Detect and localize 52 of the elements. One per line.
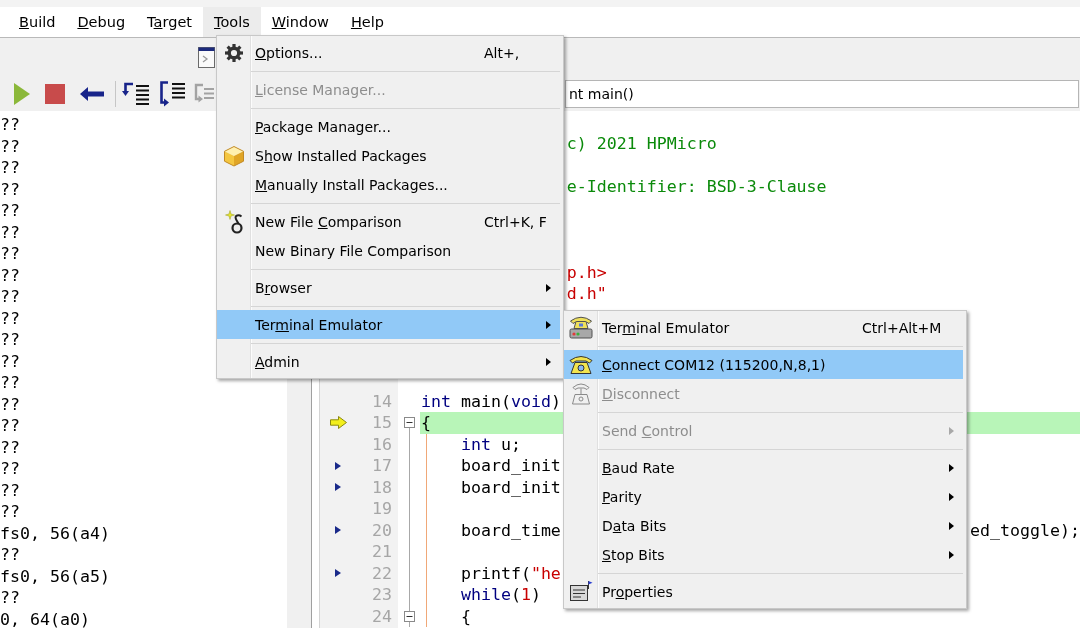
shortcut-text: Alt+, [484,44,521,61]
output-line: ?? [0,416,20,435]
output-line: fs0, 56(a5) [0,566,110,586]
code-line: printf("he [460,562,561,584]
output-line: ?? [0,115,20,134]
line-number: 24 [372,606,392,626]
code-line: board_init [460,455,561,477]
output-line: ?? [0,136,20,156]
output-line: ?? [0,373,20,392]
output-line: ?? [0,480,20,500]
output-line: ?? [0,158,20,177]
code-line: int u; [460,433,521,455]
line-number: 15 [372,413,392,432]
output-line: ?? [0,179,20,199]
line-number: 14 [372,391,392,411]
output-line: ?? [0,265,20,285]
output-line: ?? [0,330,20,349]
line-number: 18 [372,477,392,497]
line-number: 19 [372,499,392,518]
code-line: { [460,605,471,627]
line-number: 21 [372,542,392,561]
output-line: ?? [0,244,20,263]
line-number: 20 [372,520,392,540]
output-line: ?? [0,588,20,607]
code-line: board_time [460,519,561,541]
shortcut-text: Ctrl+Alt+M [862,319,943,336]
output-line: fs0, 56(a4) [0,523,110,543]
code-line: c) 2021 HPMicro [566,132,717,154]
output-line: ?? [0,287,20,306]
output-line: ?? [0,222,20,242]
code-line: board_init [460,476,561,498]
line-number: 23 [372,585,392,604]
code-line: e-Identifier: BSD-3-Clause [566,175,827,197]
output-line: ?? [0,351,20,371]
line-number: 16 [372,434,392,454]
output-line: ?? [0,502,20,521]
code-fragment: ed_toggle); [970,519,1080,541]
code-line: d.h" [566,283,607,305]
line-number: 22 [372,563,392,583]
output-line: ?? [0,201,20,220]
output-line: 0, 64(a0) [0,609,90,628]
output-line: ?? [0,437,20,457]
code-line: int main(void) [421,390,561,412]
code-line: p.h> [566,261,607,283]
output-line: ?? [0,308,20,328]
shortcut-text: Ctrl+K, F [484,213,548,230]
code-line: while(1) [460,584,541,606]
code-line: { [421,412,431,434]
output-line: ?? [0,459,20,478]
output-line: ?? [0,394,20,414]
output-line: ?? [0,545,20,564]
line-number: 17 [372,456,392,475]
